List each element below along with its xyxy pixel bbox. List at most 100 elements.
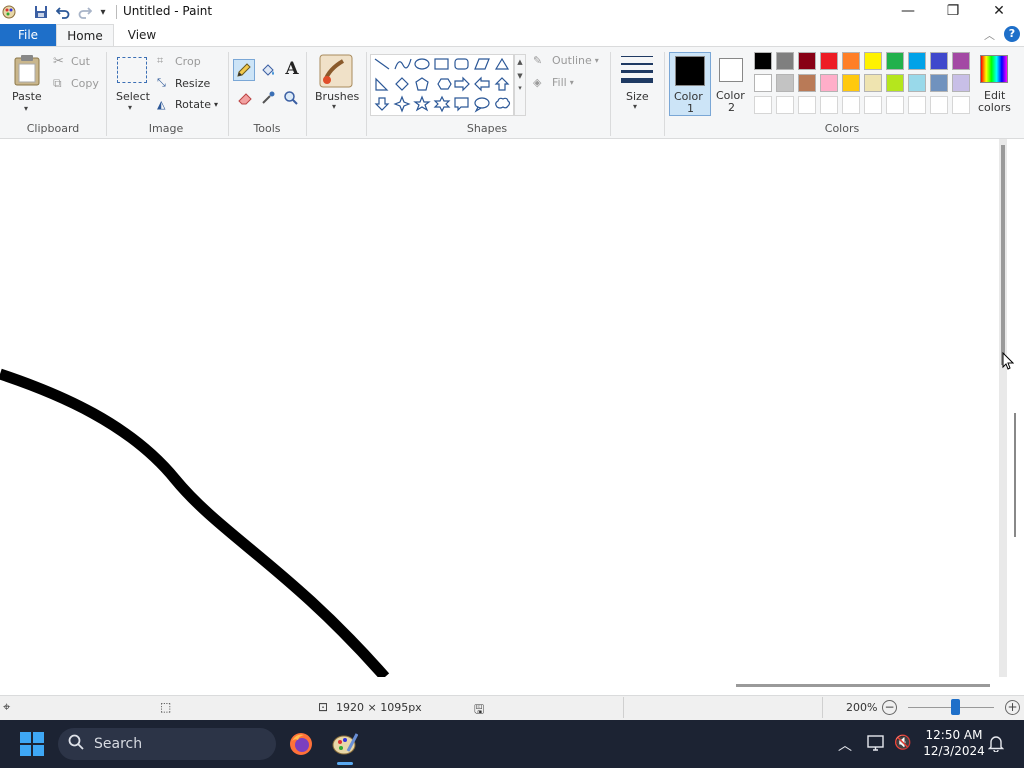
zoom-slider-thumb[interactable]	[951, 699, 960, 715]
resize-handle-right[interactable]	[1014, 413, 1016, 537]
tab-home[interactable]: Home	[56, 24, 114, 47]
help-icon[interactable]: ?	[1004, 26, 1020, 42]
copy-button[interactable]: ⧉ Copy	[53, 76, 99, 91]
horizontal-scroll-thumb[interactable]	[736, 684, 990, 687]
palette-swatch[interactable]	[864, 74, 882, 92]
oval-shape[interactable]	[414, 58, 430, 70]
palette-swatch[interactable]	[820, 74, 838, 92]
taskbar-clock[interactable]: 12:50 AM 12/3/2024	[921, 728, 987, 758]
palette-swatch[interactable]	[908, 52, 926, 70]
shapes-scrollbar[interactable]: ▲ ▼ ▾	[514, 54, 526, 116]
four-point-star-shape[interactable]	[393, 95, 411, 113]
save-icon[interactable]	[32, 3, 50, 21]
vertical-scroll-thumb[interactable]	[1001, 145, 1005, 365]
undo-icon[interactable]	[54, 3, 72, 21]
show-hidden-icons-icon[interactable]: ︿	[838, 735, 852, 755]
rectangle-shape[interactable]	[434, 58, 449, 70]
volume-muted-icon[interactable]: 🔇	[894, 735, 911, 751]
shapes-expand-icon[interactable]: ▾	[515, 84, 525, 92]
palette-swatch[interactable]	[952, 52, 970, 70]
palette-swatch[interactable]	[930, 52, 948, 70]
custom-color-slot[interactable]	[754, 96, 772, 114]
right-arrow-shape[interactable]	[454, 76, 470, 92]
customize-quick-access-icon[interactable]: ▾	[94, 3, 112, 21]
palette-swatch[interactable]	[754, 52, 772, 70]
custom-color-slot[interactable]	[930, 96, 948, 114]
palette-swatch[interactable]	[820, 52, 838, 70]
polygon-shape[interactable]	[474, 58, 490, 70]
edit-colors-button[interactable]: Edit colors	[976, 52, 1012, 116]
notification-bell-icon[interactable]	[987, 734, 1005, 755]
maximize-button[interactable]: ❐	[930, 0, 976, 22]
color1-button[interactable]: Color 1	[669, 52, 711, 116]
fill-button[interactable]: ◈ Fill ▾	[533, 76, 574, 89]
diamond-shape[interactable]	[395, 77, 409, 91]
triangle-shape[interactable]	[494, 57, 510, 70]
select-button[interactable]: Select ▾	[113, 54, 151, 112]
scroll-down-icon[interactable]: ▼	[515, 72, 525, 80]
network-icon[interactable]	[866, 734, 886, 755]
five-point-star-shape[interactable]	[413, 95, 431, 112]
palette-swatch[interactable]	[886, 52, 904, 70]
zoom-in-button[interactable]: +	[1005, 700, 1020, 715]
resize-button[interactable]: ⤡ Resize	[157, 76, 210, 90]
palette-swatch[interactable]	[798, 74, 816, 92]
down-arrow-shape[interactable]	[374, 97, 390, 111]
palette-swatch[interactable]	[886, 74, 904, 92]
left-arrow-shape[interactable]	[474, 76, 490, 92]
paint-app-icon[interactable]	[0, 3, 18, 21]
custom-color-slot[interactable]	[842, 96, 860, 114]
outline-button[interactable]: ✎ Outline ▾	[533, 54, 599, 67]
redo-icon[interactable]	[76, 3, 94, 21]
fill-tool[interactable]	[258, 60, 278, 80]
palette-swatch[interactable]	[908, 74, 926, 92]
curve-shape[interactable]	[394, 58, 412, 70]
palette-swatch[interactable]	[864, 52, 882, 70]
scroll-up-icon[interactable]: ▲	[515, 58, 525, 66]
hexagon-shape[interactable]	[437, 78, 452, 90]
rounded-callout-shape[interactable]	[454, 97, 469, 112]
minimize-button[interactable]: —	[885, 0, 931, 22]
up-arrow-shape[interactable]	[494, 77, 510, 91]
custom-color-slot[interactable]	[908, 96, 926, 114]
custom-color-slot[interactable]	[864, 96, 882, 114]
right-triangle-shape[interactable]	[375, 77, 389, 91]
tab-view[interactable]: View	[118, 24, 166, 46]
palette-swatch[interactable]	[952, 74, 970, 92]
eraser-tool[interactable]	[235, 88, 255, 108]
oval-callout-shape[interactable]	[474, 97, 490, 113]
brushes-button[interactable]: Brushes ▾	[313, 52, 359, 114]
palette-swatch[interactable]	[776, 52, 794, 70]
text-tool-icon[interactable]: A	[282, 59, 302, 81]
pentagon-shape[interactable]	[415, 77, 429, 91]
palette-swatch[interactable]	[842, 52, 860, 70]
paint-taskbar-icon[interactable]	[332, 731, 359, 757]
color-picker-tool[interactable]	[258, 88, 278, 108]
rounded-rectangle-shape[interactable]	[454, 58, 469, 70]
palette-swatch[interactable]	[930, 74, 948, 92]
collapse-ribbon-icon[interactable]: ︿	[984, 27, 995, 43]
close-button[interactable]: ✕	[976, 0, 1022, 22]
custom-color-slot[interactable]	[820, 96, 838, 114]
custom-color-slot[interactable]	[776, 96, 794, 114]
firefox-icon[interactable]	[289, 732, 313, 756]
color2-button[interactable]: Color 2	[713, 52, 751, 116]
palette-swatch[interactable]	[754, 74, 772, 92]
rotate-button[interactable]: ◭ Rotate ▾	[157, 98, 218, 111]
crop-button[interactable]: ⌗ Crop	[157, 54, 201, 68]
magnifier-tool[interactable]	[281, 88, 301, 108]
palette-swatch[interactable]	[798, 52, 816, 70]
drawing-canvas[interactable]	[0, 139, 1024, 695]
size-button[interactable]: Size ▾	[617, 52, 657, 114]
six-point-star-shape[interactable]	[433, 95, 451, 113]
custom-color-slot[interactable]	[886, 96, 904, 114]
pencil-tool[interactable]	[233, 59, 255, 81]
zoom-out-button[interactable]: −	[882, 700, 897, 715]
custom-color-slot[interactable]	[798, 96, 816, 114]
tab-file[interactable]: File	[0, 24, 56, 46]
line-shape[interactable]	[374, 58, 390, 70]
custom-color-slot[interactable]	[952, 96, 970, 114]
cloud-callout-shape[interactable]	[495, 97, 511, 109]
palette-swatch[interactable]	[842, 74, 860, 92]
paste-button[interactable]: Paste ▾	[8, 52, 46, 113]
